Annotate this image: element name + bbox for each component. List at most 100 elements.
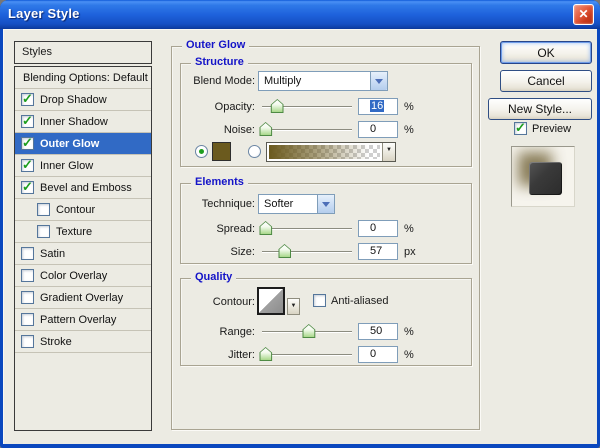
size-slider-track[interactable]: [262, 251, 352, 252]
styles-header: Styles: [14, 41, 152, 64]
sidebar-item-label: Inner Glow: [40, 159, 94, 172]
sidebar-item-label: Satin: [40, 247, 66, 260]
range-label: Range:: [219, 326, 255, 338]
noise-label: Noise:: [223, 124, 255, 136]
preview-layer-square: [529, 162, 562, 195]
opacity-value: 16: [370, 100, 385, 112]
spread-field[interactable]: 0: [358, 220, 398, 237]
sidebar-item-outer-glow[interactable]: Outer Glow: [15, 133, 151, 155]
jitter-unit: %: [404, 349, 414, 361]
close-icon[interactable]: ✕: [573, 4, 594, 25]
spread-slider-thumb[interactable]: [259, 221, 273, 235]
opacity-field[interactable]: 16: [358, 98, 398, 115]
checkbox-pattern-overlay[interactable]: [21, 313, 34, 326]
gradient-picker[interactable]: ▼: [266, 142, 396, 162]
gradient-preview: [269, 145, 380, 159]
blend-mode-value: Multiply: [264, 75, 302, 87]
spread-label: Spread:: [216, 223, 255, 235]
checkbox-color-overlay[interactable]: [21, 269, 34, 282]
glow-color-swatch[interactable]: [212, 142, 231, 161]
blend-mode-label: Blend Mode:: [193, 75, 255, 87]
anti-aliased-checkbox[interactable]: [313, 294, 326, 307]
contour-dropdown-icon[interactable]: ▼: [287, 298, 300, 315]
range-slider[interactable]: [262, 323, 352, 339]
blend-mode-select[interactable]: Multiply: [258, 71, 388, 91]
checkbox-gradient-overlay[interactable]: [21, 291, 34, 304]
range-field[interactable]: 50: [358, 323, 398, 340]
dialog-body: Styles Blending Options: DefaultDrop Sha…: [3, 29, 597, 444]
range-slider-thumb[interactable]: [302, 324, 316, 338]
range-value: 50: [370, 325, 383, 337]
cancel-button[interactable]: Cancel: [500, 70, 592, 92]
outer-glow-title: Outer Glow: [182, 39, 250, 51]
opacity-slider[interactable]: [262, 98, 352, 114]
gradient-radio[interactable]: [248, 145, 261, 158]
jitter-slider-track[interactable]: [262, 354, 352, 355]
technique-value: Softer: [264, 198, 294, 210]
ok-button[interactable]: OK: [500, 41, 592, 64]
preview-label: Preview: [532, 123, 572, 135]
jitter-label: Jitter:: [228, 349, 255, 361]
checkbox-inner-shadow[interactable]: [21, 113, 34, 129]
gradient-dropdown-icon[interactable]: ▼: [382, 143, 395, 161]
jitter-field[interactable]: 0: [358, 346, 398, 363]
size-slider[interactable]: [262, 243, 352, 259]
checkbox-satin[interactable]: [21, 247, 34, 260]
preview-checkbox[interactable]: [514, 120, 527, 136]
opacity-unit: %: [404, 101, 414, 113]
color-radio[interactable]: [195, 145, 208, 158]
checkbox-stroke[interactable]: [21, 335, 34, 348]
size-label: Size:: [230, 246, 255, 258]
elements-title: Elements: [191, 176, 248, 188]
layer-style-dialog: Layer Style ✕ Styles Blending Options: D…: [0, 0, 600, 448]
title-bar[interactable]: Layer Style ✕: [0, 0, 600, 29]
sidebar-item-label: Pattern Overlay: [40, 313, 117, 326]
spread-slider[interactable]: [259, 220, 352, 236]
structure-title: Structure: [191, 56, 248, 68]
spread-value: 0: [370, 222, 377, 234]
technique-select[interactable]: Softer: [258, 194, 335, 214]
technique-dropdown-icon[interactable]: [317, 195, 334, 213]
noise-unit: %: [404, 124, 414, 136]
contour-thumbnail[interactable]: [257, 287, 285, 315]
sidebar-item-color-overlay[interactable]: Color Overlay: [15, 265, 151, 287]
window-title: Layer Style: [8, 6, 80, 21]
noise-slider[interactable]: [259, 121, 352, 137]
checkbox-texture[interactable]: [37, 225, 50, 238]
sidebar-item-label: Outer Glow: [40, 137, 100, 150]
size-unit: px: [404, 246, 416, 258]
noise-value: 0: [370, 123, 377, 135]
spread-unit: %: [404, 223, 414, 235]
opacity-slider-thumb[interactable]: [270, 99, 284, 113]
styles-header-label: Styles: [22, 46, 52, 58]
range-unit: %: [404, 326, 414, 338]
checkbox-bevel-and-emboss[interactable]: [21, 179, 34, 195]
jitter-slider[interactable]: [259, 346, 352, 362]
opacity-label: Opacity:: [214, 101, 255, 113]
contour-label: Contour:: [212, 296, 255, 308]
checkbox-outer-glow[interactable]: [21, 135, 34, 151]
jitter-slider-thumb[interactable]: [259, 347, 273, 361]
sidebar-item-bevel-and-emboss[interactable]: Bevel and Emboss: [15, 177, 151, 199]
preview-thumbnail: [511, 146, 575, 207]
size-field[interactable]: 57: [358, 243, 398, 260]
technique-label: Technique:: [201, 198, 255, 210]
jitter-value: 0: [370, 348, 377, 360]
size-slider-thumb[interactable]: [278, 244, 291, 258]
checkbox-inner-glow[interactable]: [21, 157, 34, 173]
noise-slider-track[interactable]: [262, 129, 352, 130]
sidebar-item-label: Bevel and Emboss: [40, 181, 132, 194]
noise-slider-thumb[interactable]: [259, 122, 273, 136]
checkbox-contour[interactable]: [37, 203, 50, 216]
new-style-button[interactable]: New Style...: [488, 98, 592, 120]
noise-field[interactable]: 0: [358, 121, 398, 138]
sidebar-item-inner-glow[interactable]: Inner Glow: [15, 155, 151, 177]
spread-slider-track[interactable]: [262, 228, 352, 229]
sidebar-item-label: Color Overlay: [40, 269, 108, 282]
size-value: 57: [370, 245, 383, 257]
blend-mode-dropdown-icon[interactable]: [370, 72, 387, 90]
quality-title: Quality: [191, 271, 237, 283]
anti-aliased-label: Anti-aliased: [331, 295, 389, 307]
sidebar-item-label: Stroke: [40, 335, 72, 348]
checkbox-drop-shadow[interactable]: [21, 91, 34, 107]
